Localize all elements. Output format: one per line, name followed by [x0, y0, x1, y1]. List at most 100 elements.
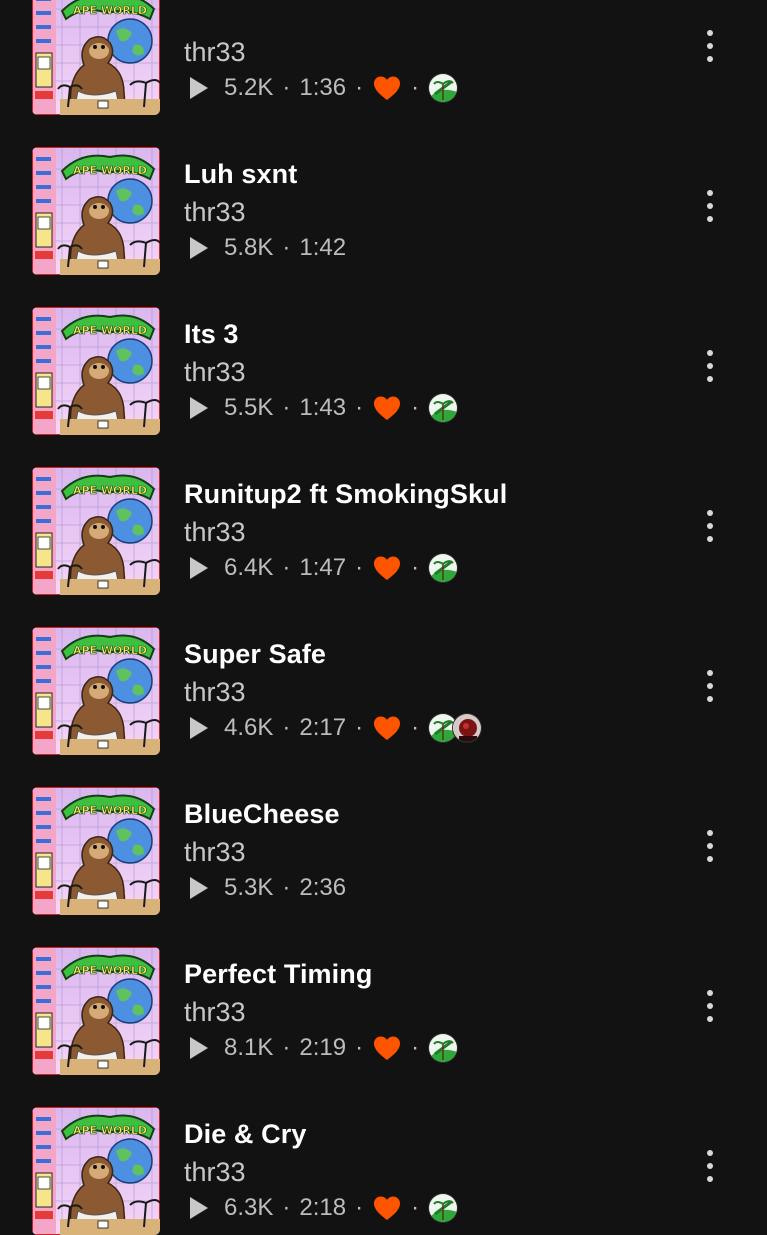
palm-tree-avatar[interactable]: [428, 553, 459, 583]
play-count: 6.3K: [224, 1194, 274, 1221]
album-artwork[interactable]: APE WORLD: [32, 787, 160, 915]
liked-by-avatars[interactable]: [428, 393, 459, 423]
track-title[interactable]: Super Safe: [184, 638, 326, 670]
track-artist[interactable]: thr33: [184, 196, 246, 228]
track-artist[interactable]: thr33: [184, 836, 246, 868]
play-count-icon: [190, 1037, 208, 1059]
svg-text:APE WORLD: APE WORLD: [73, 164, 147, 177]
track-title[interactable]: Its 3: [184, 318, 239, 350]
heart-icon[interactable]: [372, 393, 402, 423]
more-options-button[interactable]: [696, 1146, 724, 1186]
play-count-icon: [190, 397, 208, 419]
more-options-button[interactable]: [696, 26, 724, 66]
play-count: 5.2K: [224, 74, 274, 101]
svg-text:APE WORLD: APE WORLD: [73, 964, 147, 977]
heart-icon[interactable]: [372, 553, 402, 583]
track-duration: 2:36: [299, 874, 347, 901]
more-vertical-icon: [707, 830, 713, 836]
palm-tree-avatar[interactable]: [428, 73, 459, 103]
track-duration: 1:43: [299, 394, 347, 421]
play-count-icon: [190, 557, 208, 579]
track-duration: 2:18: [299, 1194, 347, 1221]
track-row-3[interactable]: APE WORLD Its 3 thr33 5.5K · 1:43 · ·: [0, 274, 767, 435]
svg-text:APE WORLD: APE WORLD: [73, 4, 147, 17]
more-options-button[interactable]: [696, 506, 724, 546]
more-vertical-icon: [707, 30, 713, 36]
ape-world-cover-image: APE WORLD: [32, 1107, 160, 1235]
track-row-2[interactable]: APE WORLD Luh sxnt thr33 5.8K · 1:42: [0, 114, 767, 275]
ape-world-cover-image: APE WORLD: [32, 307, 160, 435]
album-artwork[interactable]: APE WORLD: [32, 1107, 160, 1235]
track-artist[interactable]: thr33: [184, 516, 246, 548]
svg-text:APE WORLD: APE WORLD: [73, 644, 147, 657]
track-row-6[interactable]: APE WORLD BlueCheese thr33 5.3K · 2:36: [0, 754, 767, 915]
play-count-icon: [190, 877, 208, 899]
like-group: · ·: [346, 1193, 459, 1223]
like-group: · ·: [346, 393, 459, 423]
like-group: · ·: [346, 553, 459, 583]
track-title[interactable]: Die & Cry: [184, 1118, 306, 1150]
heart-icon[interactable]: [372, 1033, 402, 1063]
more-options-button[interactable]: [696, 346, 724, 386]
palm-tree-avatar[interactable]: [428, 1193, 459, 1223]
more-vertical-icon: [707, 350, 713, 356]
liked-by-avatars[interactable]: [428, 73, 459, 103]
track-title[interactable]: Runitup2 ft SmokingSkul: [184, 478, 507, 510]
separator-dot: ·: [355, 74, 364, 101]
heart-icon[interactable]: [372, 1193, 402, 1223]
more-vertical-icon: [707, 1150, 713, 1156]
album-artwork[interactable]: APE WORLD: [32, 947, 160, 1075]
separator-dot: ·: [282, 394, 291, 421]
track-title[interactable]: Luh sxnt: [184, 158, 297, 190]
track-row-1[interactable]: APE WORLD thr33 5.2K · 1:36 · ·: [0, 0, 767, 115]
track-artist[interactable]: thr33: [184, 36, 246, 68]
heart-icon[interactable]: [372, 713, 402, 743]
more-options-button[interactable]: [696, 986, 724, 1026]
heart-icon[interactable]: [372, 73, 402, 103]
track-row-4[interactable]: APE WORLD Runitup2 ft SmokingSkul thr33 …: [0, 434, 767, 595]
album-artwork[interactable]: APE WORLD: [32, 627, 160, 755]
svg-text:APE WORLD: APE WORLD: [73, 484, 147, 497]
like-group: · ·: [346, 713, 483, 743]
liked-by-avatars[interactable]: [428, 553, 459, 583]
play-count-icon: [190, 1197, 208, 1219]
palm-tree-avatar[interactable]: [428, 1033, 459, 1063]
track-artist[interactable]: thr33: [184, 676, 246, 708]
play-count: 5.3K: [224, 874, 274, 901]
album-artwork[interactable]: APE WORLD: [32, 147, 160, 275]
separator-dot: ·: [411, 714, 420, 741]
album-artwork[interactable]: APE WORLD: [32, 307, 160, 435]
play-count: 6.4K: [224, 554, 274, 581]
liked-by-avatars[interactable]: [428, 1033, 459, 1063]
track-meta: 5.2K · 1:36 · ·: [190, 70, 459, 106]
track-duration: 1:47: [299, 554, 347, 581]
more-options-button[interactable]: [696, 826, 724, 866]
track-title[interactable]: Perfect Timing: [184, 958, 372, 990]
liked-by-avatars[interactable]: [428, 1193, 459, 1223]
track-row-8[interactable]: APE WORLD Die & Cry thr33 6.3K · 2:18 · …: [0, 1074, 767, 1235]
track-title[interactable]: BlueCheese: [184, 798, 340, 830]
play-count: 5.8K: [224, 234, 274, 261]
ape-world-cover-image: APE WORLD: [32, 947, 160, 1075]
separator-dot: ·: [355, 714, 364, 741]
track-duration: 2:19: [299, 1034, 347, 1061]
more-options-button[interactable]: [696, 186, 724, 226]
more-options-button[interactable]: [696, 666, 724, 706]
liked-by-avatars[interactable]: [428, 713, 483, 743]
like-group: · ·: [346, 1033, 459, 1063]
separator-dot: ·: [355, 394, 364, 421]
separator-dot: ·: [411, 554, 420, 581]
separator-dot: ·: [411, 74, 420, 101]
track-artist[interactable]: thr33: [184, 1156, 246, 1188]
track-row-7[interactable]: APE WORLD Perfect Timing thr33 8.1K · 2:…: [0, 914, 767, 1075]
palm-tree-avatar[interactable]: [428, 393, 459, 423]
track-artist[interactable]: thr33: [184, 356, 246, 388]
track-artist[interactable]: thr33: [184, 996, 246, 1028]
album-artwork[interactable]: APE WORLD: [32, 467, 160, 595]
album-artwork[interactable]: APE WORLD: [32, 0, 160, 115]
play-count: 5.5K: [224, 394, 274, 421]
track-row-5[interactable]: APE WORLD Super Safe thr33 4.6K · 2:17 ·…: [0, 594, 767, 755]
more-vertical-icon: [707, 510, 713, 516]
track-meta: 5.5K · 1:43 · ·: [190, 390, 459, 426]
red-portrait-avatar[interactable]: [452, 713, 483, 743]
